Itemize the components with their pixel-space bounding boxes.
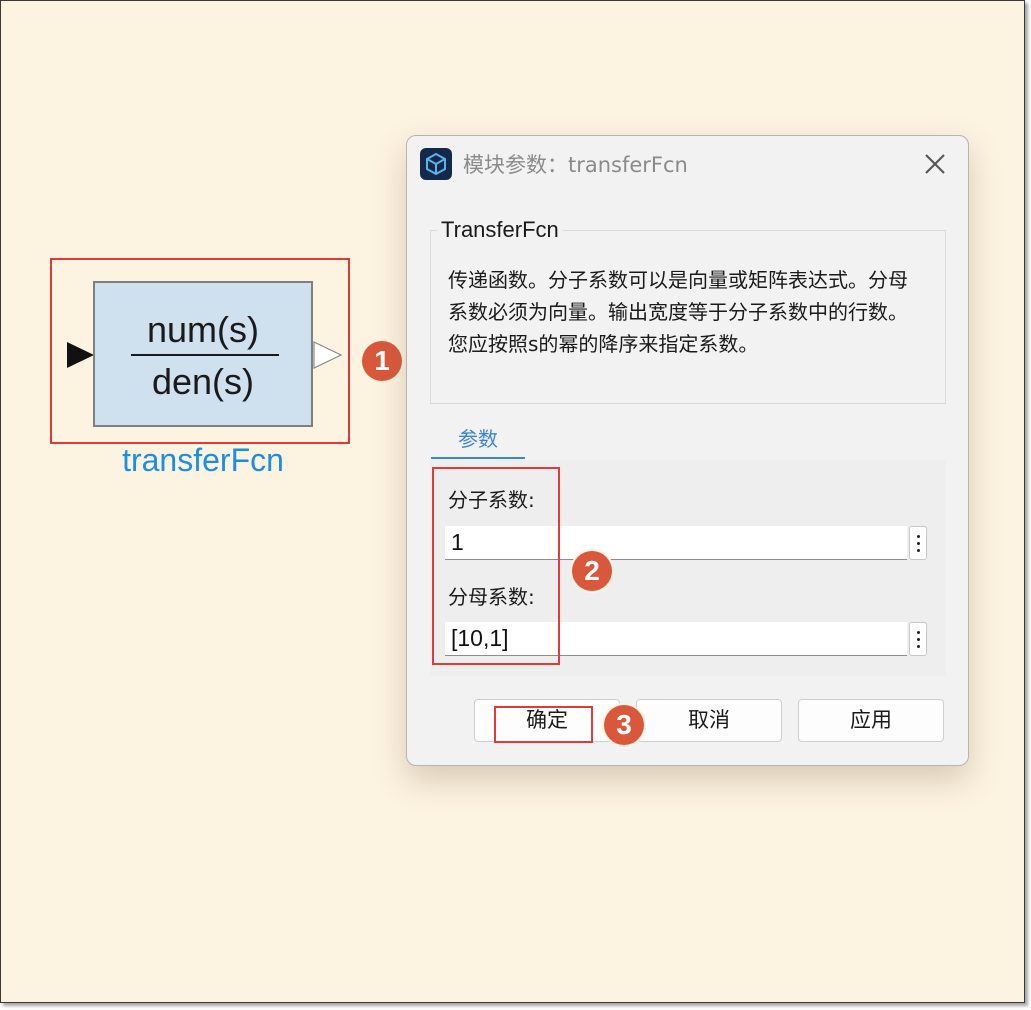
app-cube-icon xyxy=(420,148,452,180)
block-description: 传递函数。分子系数可以是向量或矩阵表达式。分母系数必须为向量。输出宽度等于分子系… xyxy=(448,268,908,356)
output-port-arrow-icon[interactable] xyxy=(313,341,343,369)
dialog-title: 模块参数：transferFcn xyxy=(463,153,688,177)
callout-badge-2: 2 xyxy=(572,551,612,591)
cancel-button[interactable]: 取消 xyxy=(636,699,782,742)
more-options-icon[interactable] xyxy=(909,526,927,560)
apply-button[interactable]: 应用 xyxy=(798,699,944,742)
ok-annotation-frame xyxy=(494,706,593,743)
callout-badge-3: 3 xyxy=(604,705,644,745)
block-name-label[interactable]: transferFcn xyxy=(60,442,346,479)
block-parameters-dialog: 模块参数：transferFcn TransferFcn 传递函数。分子系数可以… xyxy=(406,135,969,766)
close-icon[interactable] xyxy=(922,151,948,177)
dialog-titlebar[interactable]: 模块参数：transferFcn xyxy=(407,136,968,192)
tab-parameters[interactable]: 参数 xyxy=(431,424,525,459)
fraction-bar xyxy=(131,354,279,356)
more-options-icon[interactable] xyxy=(909,622,927,656)
section-title: TransferFcn xyxy=(437,217,563,243)
input-port-arrow-icon[interactable] xyxy=(67,342,94,368)
callout-badge-1: 1 xyxy=(362,341,402,381)
block-denominator: den(s) xyxy=(151,361,255,402)
transfer-fcn-block[interactable]: num(s) den(s) xyxy=(93,281,313,427)
block-numerator: num(s) xyxy=(146,309,259,350)
parameters-annotation-frame xyxy=(432,467,560,665)
